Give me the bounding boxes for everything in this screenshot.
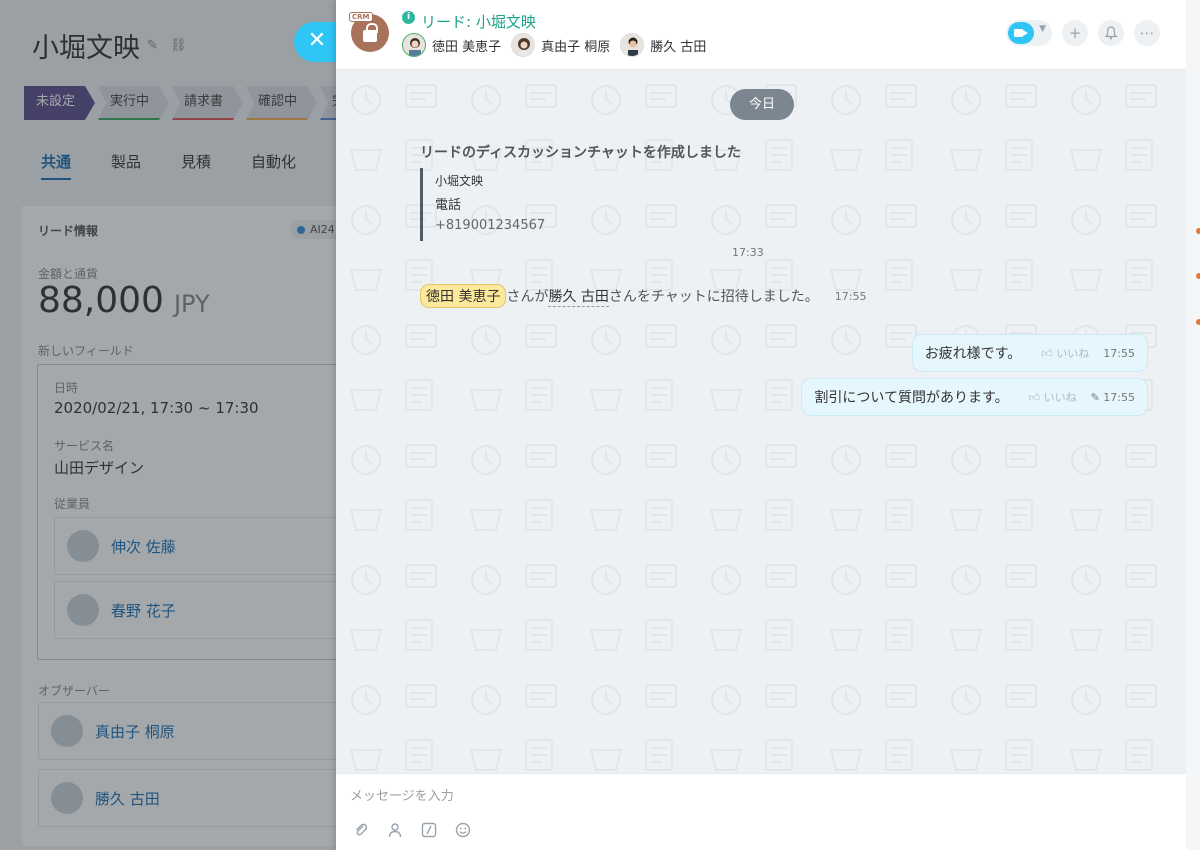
message-time: 17:55	[1103, 346, 1135, 360]
outgoing-message[interactable]: お疲れ様です。 👍︎ いいね 17:55	[911, 334, 1148, 372]
crm-tag-icon: CRM	[349, 12, 373, 22]
date-divider: 今日	[730, 89, 794, 120]
system-message-title: リードのディスカッションチャットを作成しました	[420, 145, 741, 161]
header-actions: ▼ + ⋯	[1006, 20, 1160, 46]
invite-text: さんが	[506, 289, 549, 305]
avatar	[402, 33, 426, 57]
slash-icon[interactable]	[420, 822, 438, 840]
message-composer	[336, 773, 1186, 850]
like-button[interactable]: 👍︎ いいね	[1041, 345, 1089, 361]
member-item[interactable]: 真由子 桐原	[511, 33, 610, 57]
avatar	[511, 33, 536, 57]
close-slider-button[interactable]: ✕	[294, 22, 338, 62]
chevron-down-icon: ▼	[1039, 24, 1046, 34]
bell-icon	[1104, 26, 1118, 40]
notifications-button[interactable]	[1098, 20, 1124, 46]
chat-panel: CRM i リード: 小堀文映 徳田 美恵子 真由子 桐原 勝久 古田 ▼ + …	[336, 0, 1186, 850]
plus-icon: +	[1068, 24, 1082, 42]
chat-title[interactable]: リード: 小堀文映	[421, 11, 536, 32]
lead-info-attachment[interactable]: 小堀文映 電話 +819001234567	[420, 168, 620, 241]
member-name: 真由子 桐原	[541, 39, 611, 55]
mention-chip[interactable]: 徳田 美恵子	[420, 284, 507, 308]
notification-dot	[1196, 273, 1200, 279]
message-time-value: 17:55	[1103, 390, 1135, 404]
invitee-name[interactable]: 勝久 古田	[548, 286, 609, 307]
chat-members: 徳田 美恵子 真由子 桐原 勝久 古田	[402, 33, 706, 57]
like-label: いいね	[1056, 347, 1090, 360]
chat-header: CRM i リード: 小堀文映 徳田 美恵子 真由子 桐原 勝久 古田 ▼ + …	[336, 0, 1186, 70]
message-time: ✎ 17:55	[1091, 391, 1135, 404]
like-label: いいね	[1043, 391, 1077, 404]
message-time: 17:55	[834, 289, 867, 303]
more-icon: ⋯	[1139, 24, 1155, 42]
notification-dot	[1196, 319, 1200, 325]
message-text: お疲れ様です。	[924, 346, 1022, 362]
message-text: 割引について質問があります。	[814, 390, 1009, 406]
paperclip-icon[interactable]	[352, 822, 370, 840]
person-icon[interactable]	[386, 822, 404, 840]
avatar	[620, 33, 645, 57]
outgoing-message[interactable]: 割引について質問があります。 👍︎ いいね ✎ 17:55	[801, 378, 1148, 416]
message-input[interactable]	[350, 784, 1170, 808]
message-list[interactable]: 今日 リードのディスカッションチャットを作成しました 小堀文映 電話 +8190…	[336, 70, 1186, 773]
member-item[interactable]: 勝久 古田	[620, 33, 706, 57]
like-button[interactable]: 👍︎ いいね	[1029, 389, 1077, 405]
lock-icon	[363, 23, 378, 42]
close-icon: ✕	[307, 28, 327, 53]
composer-toolbar	[352, 822, 472, 840]
info-icon[interactable]: i	[402, 11, 415, 24]
invite-system-message: 徳田 美恵子 さんが 勝久 古田 さんをチャットに招待しました。 17:55	[420, 284, 866, 308]
attachment-field-label: 電話	[435, 198, 462, 213]
crm-lead-avatar[interactable]: CRM	[349, 12, 389, 52]
pencil-icon: ✎	[1090, 390, 1104, 404]
more-button[interactable]: ⋯	[1134, 20, 1160, 46]
notification-dot	[1196, 228, 1200, 234]
smile-icon[interactable]	[454, 822, 472, 840]
add-member-button[interactable]: +	[1062, 20, 1088, 46]
member-item[interactable]: 徳田 美恵子	[402, 33, 501, 57]
invite-text: さんをチャットに招待しました。	[608, 289, 819, 305]
attachment-phone-value[interactable]: +819001234567	[435, 218, 620, 233]
message-time: 17:33	[732, 246, 764, 259]
video-call-icon	[1008, 22, 1034, 44]
video-call-button[interactable]: ▼	[1006, 20, 1052, 46]
member-name: 勝久 古田	[650, 39, 707, 55]
attachment-lead-name: 小堀文映	[435, 174, 484, 188]
member-name: 徳田 美恵子	[432, 39, 502, 55]
page-scroll-edge	[1186, 0, 1200, 850]
